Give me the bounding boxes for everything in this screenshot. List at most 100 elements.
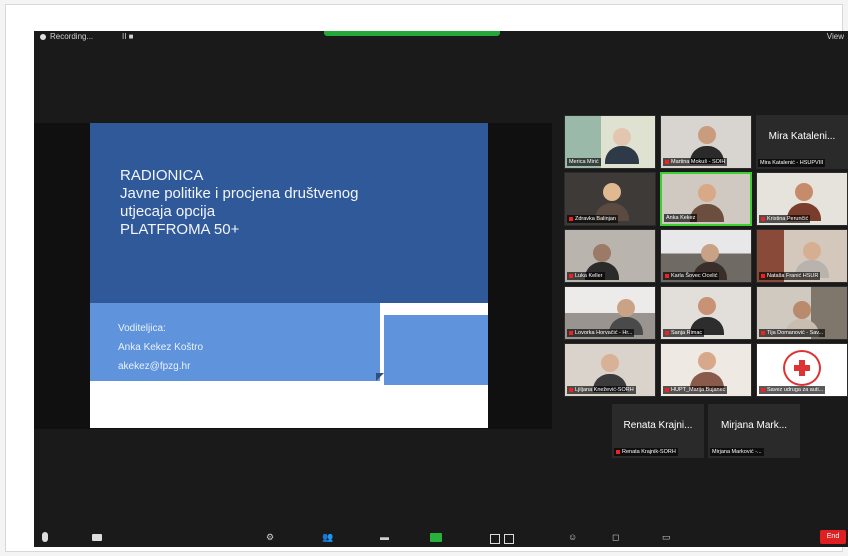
participant-avatar — [701, 244, 719, 262]
logo-cross-horizontal — [794, 365, 810, 371]
participant-name-text: Martina Mokuš - SOIH — [671, 159, 726, 165]
muted-mic-icon — [761, 216, 765, 221]
muted-mic-icon — [761, 387, 765, 392]
participant-tile-active-speaker[interactable]: Anka Kekez — [660, 172, 752, 226]
slide-title-line: Javne politike i procjena društvenog — [120, 185, 359, 202]
breakout-rooms-icon[interactable] — [504, 534, 514, 544]
participant-name: Kristina Perunčić — [759, 215, 811, 223]
participant-display-name: Mira Kataleni... — [768, 131, 836, 142]
presenter-heading: Voditeljica: — [118, 323, 166, 334]
end-meeting-button[interactable]: End — [820, 530, 846, 544]
participant-tile[interactable]: Tija Domanović - Sav... — [756, 286, 848, 340]
participant-tile[interactable]: Merica Mirić — [564, 115, 656, 169]
participant-gallery: Merica Mirić Martina Mokuš - SOIH Mira K… — [564, 115, 848, 515]
participant-tile[interactable]: HUPT_Marija Bujanec — [660, 343, 752, 397]
shared-screen: RADIONICA Javne politike i procjena druš… — [34, 123, 552, 429]
participant-avatar — [617, 299, 635, 317]
participant-tile[interactable]: Mirjana Mark... Mirjana Marković -... — [708, 404, 800, 458]
slide-ribbon-end — [384, 315, 488, 385]
participant-tile[interactable]: Savez udruga za auti... — [756, 343, 848, 397]
screen-share-indicator — [324, 31, 500, 36]
security-icon[interactable]: ⚙ — [266, 531, 274, 543]
participant-name: Renata Krajnik-SORH — [614, 448, 678, 456]
participant-avatar — [795, 183, 813, 201]
muted-mic-icon — [569, 216, 573, 221]
participant-avatar — [601, 354, 619, 372]
participant-name: Tija Domanović - Sav... — [759, 329, 826, 337]
muted-mic-icon — [569, 330, 573, 335]
participant-name-text: Sanja Rimac — [671, 330, 703, 336]
muted-mic-icon — [761, 273, 765, 278]
slide-title-line: RADIONICA — [120, 167, 204, 184]
microphone-icon[interactable] — [42, 532, 48, 542]
participant-name: HUPT_Marija Bujanec — [663, 386, 728, 394]
participant-name-text: Kristina Perunčić — [767, 216, 809, 222]
muted-mic-icon — [665, 159, 669, 164]
participant-name-text: Ljiljana Knežević-SORH — [575, 387, 634, 393]
view-button[interactable]: View — [827, 32, 844, 41]
participant-tile[interactable]: Zdravka Balinjan — [564, 172, 656, 226]
slide-title-line: PLATFROMA 50+ — [120, 221, 240, 238]
participant-avatar — [793, 301, 811, 319]
participant-name-text: Renata Krajnik-SORH — [622, 449, 676, 455]
participant-display-name: Mirjana Mark... — [720, 420, 788, 431]
recording-controls[interactable]: II ■ — [122, 32, 134, 41]
screenshot-frame: Recording... II ■ View RADIONICA Javne p… — [5, 4, 848, 552]
presenter-email: akekez@fpzg.hr — [118, 361, 191, 372]
participant-tile[interactable]: Luka Keller — [564, 229, 656, 283]
participant-name: Sanja Rimac — [663, 329, 705, 337]
participant-tile[interactable]: Martina Mokuš - SOIH — [660, 115, 752, 169]
participant-tile[interactable]: Karla Šovec Ocelić — [660, 229, 752, 283]
participant-name-text: Tija Domanović - Sav... — [767, 330, 824, 336]
participant-tile[interactable]: Mira Kataleni... Mira Katalenić - HSUPVI… — [756, 115, 848, 169]
meeting-window: Recording... II ■ View RADIONICA Javne p… — [34, 31, 848, 547]
participant-avatar — [698, 352, 716, 370]
muted-mic-icon — [616, 449, 620, 454]
presenter-info: Voditeljica: Anka Kekez Koštro akekez@fp… — [118, 319, 203, 376]
record-icon[interactable] — [490, 534, 500, 544]
participant-avatar — [603, 183, 621, 201]
organization-logo — [783, 350, 821, 386]
participant-avatar — [613, 128, 631, 146]
participants-icon[interactable]: 👥 — [322, 531, 333, 543]
participant-avatar — [593, 244, 611, 262]
participant-name-text: Luka Keller — [575, 273, 603, 279]
recording-label: Recording... — [50, 32, 94, 41]
participant-name: Merica Mirić — [567, 158, 601, 166]
participant-name: Anka Kekez — [664, 214, 698, 222]
participant-name: Lovorka Horvačić - Hr... — [567, 329, 635, 337]
participant-name-text: Savez udruga za auti... — [767, 387, 824, 393]
video-camera-icon[interactable] — [92, 534, 102, 541]
presenter-name: Anka Kekez Koštro — [118, 342, 204, 353]
participant-display-name: Renata Krajni... — [623, 420, 693, 431]
participant-name: Ljiljana Knežević-SORH — [567, 386, 636, 394]
muted-mic-icon — [665, 273, 669, 278]
participant-avatar — [698, 184, 716, 202]
top-bar: Recording... II ■ View — [34, 31, 848, 45]
participant-name: Karla Šovec Ocelić — [663, 272, 720, 280]
slide-title-line: utjecaja opcija — [120, 203, 216, 220]
share-screen-icon[interactable] — [430, 533, 442, 542]
participant-tile[interactable]: Ljiljana Knežević-SORH — [564, 343, 656, 397]
participant-avatar — [698, 297, 716, 315]
participant-avatar — [698, 126, 716, 144]
participant-tile[interactable]: Renata Krajni... Renata Krajnik-SORH — [612, 404, 704, 458]
participant-name: Mira Katalenić - HSUPVIII — [758, 159, 826, 167]
slide-ribbon-fold — [376, 373, 384, 381]
apps-icon[interactable]: ◻ — [612, 531, 619, 543]
recording-icon — [40, 34, 46, 40]
reactions-icon[interactable]: ☺ — [568, 531, 577, 543]
participant-tile[interactable]: Sanja Rimac — [660, 286, 752, 340]
participant-name-text: Lovorka Horvačić - Hr... — [575, 330, 633, 336]
participant-tile[interactable]: Nataša Franić HSUR — [756, 229, 848, 283]
meeting-toolbar: ⚙ 👥 ▬ ☺ ◻ ▭ End — [34, 527, 848, 547]
participant-tile[interactable]: Lovorka Horvačić - Hr... — [564, 286, 656, 340]
muted-mic-icon — [569, 387, 573, 392]
slide-title: RADIONICA Javne politike i procjena druš… — [120, 167, 460, 239]
participant-name: Mirjana Marković -... — [710, 448, 764, 456]
chat-icon[interactable]: ▬ — [380, 531, 389, 543]
whiteboard-icon[interactable]: ▭ — [662, 531, 671, 543]
participant-tile[interactable]: Kristina Perunčić — [756, 172, 848, 226]
participant-name: Luka Keller — [567, 272, 605, 280]
presentation-slide: RADIONICA Javne politike i procjena druš… — [90, 123, 488, 428]
